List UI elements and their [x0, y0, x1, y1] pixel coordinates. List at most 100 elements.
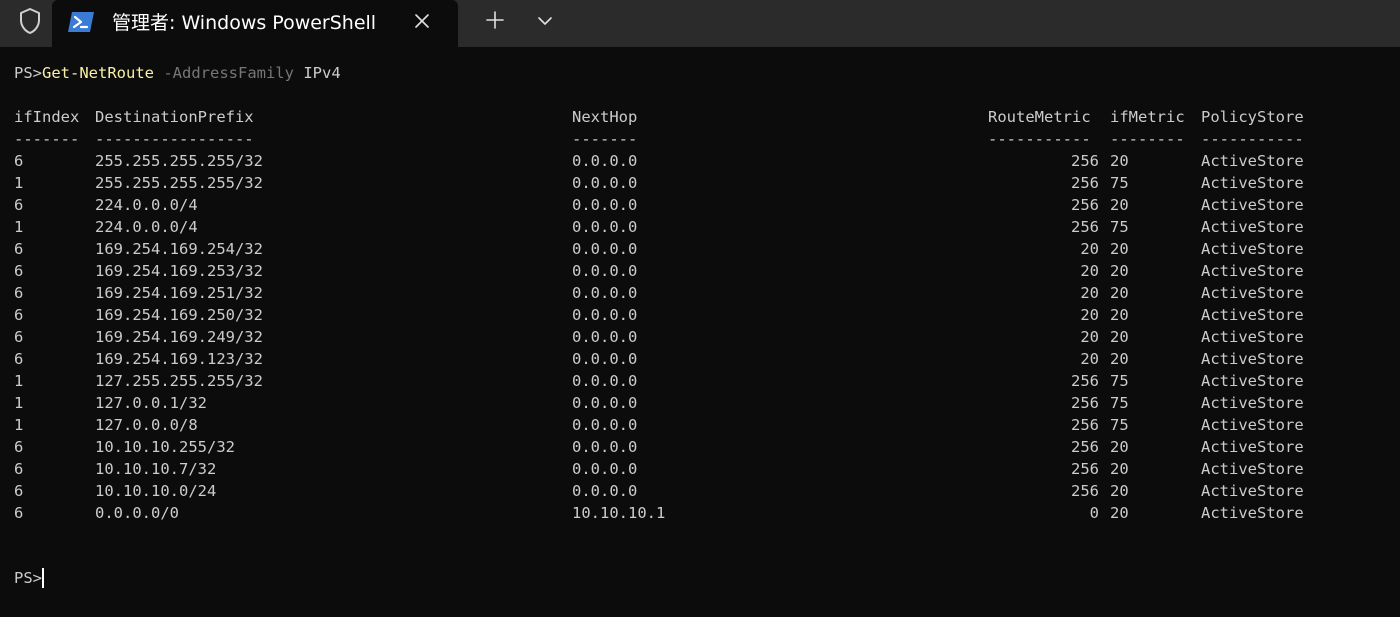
tab-powershell[interactable]: 管理者: Windows PowerShell [52, 0, 458, 47]
separator-ifindex: ------- [14, 130, 80, 148]
cell-route-metric: 256 [1071, 460, 1099, 478]
table-row: 1 127.255.255.255/32 0.0.0.0 256 75 Acti… [0, 370, 1400, 392]
tab-close-button[interactable] [408, 10, 436, 36]
shield-icon [18, 7, 42, 40]
cell-policy-store: ActiveStore [1201, 438, 1304, 456]
cell-policy-store: ActiveStore [1201, 174, 1304, 192]
cell-policy-store: ActiveStore [1201, 262, 1304, 280]
cell-if-metric: 20 [1110, 460, 1129, 478]
cell-if-metric: 20 [1110, 152, 1129, 170]
header-policy-store: PolicyStore [1201, 108, 1304, 126]
cell-if-metric: 20 [1110, 350, 1129, 368]
command-line: PS>Get-NetRoute -AddressFamily IPv4 [14, 62, 341, 84]
cell-ifindex: 6 [14, 438, 24, 456]
cell-if-metric: 20 [1110, 284, 1129, 302]
cell-nexthop: 10.10.10.1 [572, 504, 666, 522]
command-parameter: -AddressFamily [163, 64, 294, 82]
header-nexthop: NextHop [572, 108, 638, 126]
cell-destination-prefix: 169.254.169.249/32 [95, 328, 263, 346]
table-separator: ------- ----------------- ------- ------… [0, 128, 1400, 150]
tab-dropdown-button[interactable] [528, 6, 562, 38]
cell-route-metric: 256 [1071, 196, 1099, 214]
table-row: 6 224.0.0.0/4 0.0.0.0 256 20 ActiveStore [0, 194, 1400, 216]
table-header: ifIndex DestinationPrefix NextHop RouteM… [0, 106, 1400, 128]
cell-destination-prefix: 10.10.10.7/32 [95, 460, 217, 478]
separator-destination-prefix: ----------------- [95, 130, 254, 148]
table-row: 6 169.254.169.253/32 0.0.0.0 20 20 Activ… [0, 260, 1400, 282]
cell-destination-prefix: 224.0.0.0/4 [95, 218, 198, 236]
terminal-window: 管理者: Windows PowerShell PS>Get-NetRoute … [0, 0, 1400, 617]
cell-route-metric: 256 [1071, 394, 1099, 412]
cell-nexthop: 0.0.0.0 [572, 482, 638, 500]
cell-policy-store: ActiveStore [1201, 328, 1304, 346]
cell-route-metric: 256 [1071, 438, 1099, 456]
cell-destination-prefix: 10.10.10.255/32 [95, 438, 235, 456]
cell-route-metric: 20 [1080, 284, 1099, 302]
prompt: PS> [14, 64, 42, 82]
cell-route-metric: 256 [1071, 152, 1099, 170]
table-row: 1 255.255.255.255/32 0.0.0.0 256 75 Acti… [0, 172, 1400, 194]
header-ifindex: ifIndex [14, 108, 80, 126]
cell-nexthop: 0.0.0.0 [572, 438, 638, 456]
cell-nexthop: 0.0.0.0 [572, 416, 638, 434]
cell-route-metric: 20 [1080, 306, 1099, 324]
cell-nexthop: 0.0.0.0 [572, 152, 638, 170]
cell-route-metric: 20 [1080, 262, 1099, 280]
cell-destination-prefix: 169.254.169.250/32 [95, 306, 263, 324]
cell-route-metric: 256 [1071, 174, 1099, 192]
cell-ifindex: 6 [14, 240, 24, 258]
cell-if-metric: 75 [1110, 394, 1129, 412]
cell-destination-prefix: 255.255.255.255/32 [95, 174, 263, 192]
cell-if-metric: 75 [1110, 416, 1129, 434]
table-row: 6 10.10.10.7/32 0.0.0.0 256 20 ActiveSto… [0, 458, 1400, 480]
cell-ifindex: 6 [14, 504, 24, 522]
cell-destination-prefix: 127.0.0.1/32 [95, 394, 207, 412]
cell-if-metric: 20 [1110, 328, 1129, 346]
separator-nexthop: ------- [572, 130, 638, 148]
cell-if-metric: 75 [1110, 218, 1129, 236]
cell-policy-store: ActiveStore [1201, 372, 1304, 390]
cell-nexthop: 0.0.0.0 [572, 328, 638, 346]
table-row: 1 127.0.0.1/32 0.0.0.0 256 75 ActiveStor… [0, 392, 1400, 414]
table-row: 6 169.254.169.123/32 0.0.0.0 20 20 Activ… [0, 348, 1400, 370]
text-cursor [42, 567, 44, 588]
cell-route-metric: 0 [1089, 504, 1099, 522]
cell-if-metric: 20 [1110, 482, 1129, 500]
cell-nexthop: 0.0.0.0 [572, 218, 638, 236]
cell-ifindex: 1 [14, 218, 24, 236]
terminal-output[interactable]: PS>Get-NetRoute -AddressFamily IPv4 ifIn… [0, 47, 1400, 617]
header-if-metric: ifMetric [1110, 108, 1185, 126]
table-row: 6 10.10.10.0/24 0.0.0.0 256 20 ActiveSto… [0, 480, 1400, 502]
cell-policy-store: ActiveStore [1201, 504, 1304, 522]
cell-ifindex: 6 [14, 460, 24, 478]
new-tab-button[interactable] [478, 6, 512, 38]
cell-destination-prefix: 10.10.10.0/24 [95, 482, 217, 500]
cell-if-metric: 20 [1110, 504, 1129, 522]
cell-ifindex: 6 [14, 350, 24, 368]
powershell-icon [67, 10, 95, 34]
cell-route-metric: 256 [1071, 372, 1099, 390]
table-row: 6 169.254.169.250/32 0.0.0.0 20 20 Activ… [0, 304, 1400, 326]
cell-destination-prefix: 169.254.169.251/32 [95, 284, 263, 302]
cell-nexthop: 0.0.0.0 [572, 196, 638, 214]
cell-if-metric: 75 [1110, 174, 1129, 192]
command-name: Get-NetRoute [42, 64, 154, 82]
cell-destination-prefix: 127.255.255.255/32 [95, 372, 263, 390]
tab-title: 管理者: Windows PowerShell [112, 12, 377, 34]
cell-policy-store: ActiveStore [1201, 284, 1304, 302]
cell-ifindex: 1 [14, 394, 24, 412]
tab-bar: 管理者: Windows PowerShell [0, 0, 1400, 47]
cell-ifindex: 6 [14, 262, 24, 280]
cell-destination-prefix: 169.254.169.254/32 [95, 240, 263, 258]
cell-if-metric: 20 [1110, 240, 1129, 258]
input-prompt-line[interactable]: PS> [14, 567, 44, 589]
cell-ifindex: 6 [14, 152, 24, 170]
cell-ifindex: 6 [14, 306, 24, 324]
cell-destination-prefix: 169.254.169.253/32 [95, 262, 263, 280]
admin-shield-button[interactable] [10, 6, 50, 40]
cell-if-metric: 20 [1110, 196, 1129, 214]
cell-policy-store: ActiveStore [1201, 394, 1304, 412]
cell-ifindex: 6 [14, 328, 24, 346]
table-row: 6 169.254.169.249/32 0.0.0.0 20 20 Activ… [0, 326, 1400, 348]
cell-ifindex: 6 [14, 284, 24, 302]
